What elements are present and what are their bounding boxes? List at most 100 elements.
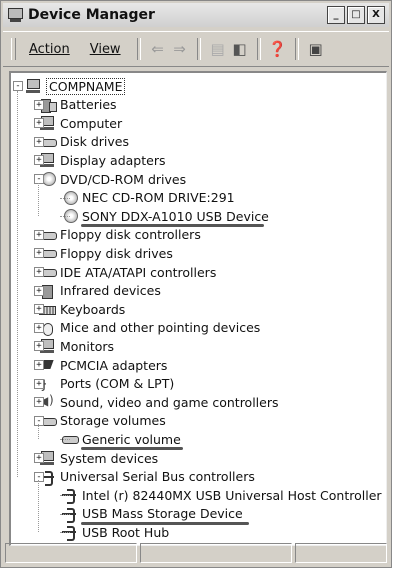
tree-device[interactable]: NEC CD-ROM DRIVE:291: [61, 189, 235, 207]
expand-toggle[interactable]: +: [34, 229, 44, 240]
tree-category[interactable]: Infrared devices: [39, 282, 161, 300]
tree-category[interactable]: IDE ATA/ATAPI controllers: [39, 263, 216, 281]
expand-toggle[interactable]: +: [34, 155, 44, 166]
tree-item-label: IDE ATA/ATAPI controllers: [60, 264, 217, 280]
tree-item-label: Storage volumes: [60, 413, 166, 429]
tree-item-label: Disk drives: [60, 134, 129, 150]
properties-icon[interactable]: ▤: [207, 38, 229, 60]
tree-item-label: System devices: [60, 450, 159, 466]
tree-item-label: Ports (COM & LPT): [60, 376, 175, 392]
tree-item-label: Intel (r) 82440MX USB Universal Host Con…: [82, 487, 382, 503]
expand-toggle[interactable]: +: [34, 118, 44, 129]
tree-item-label: Generic volume: [82, 431, 181, 447]
tree-item-label: Keyboards: [60, 301, 126, 317]
tree-category[interactable]: Keyboards: [39, 300, 125, 318]
expand-toggle[interactable]: +: [34, 136, 44, 147]
tree-category[interactable]: DVD/CD-ROM drives: [39, 170, 186, 188]
status-pane: [5, 543, 137, 563]
tree-item-label: Display adapters: [60, 152, 166, 168]
tree-item-label: Batteries: [60, 97, 117, 113]
expand-toggle[interactable]: +: [34, 267, 44, 277]
collapse-toggle[interactable]: -: [13, 81, 23, 91]
tree-item-label: Infrared devices: [60, 283, 161, 299]
expand-toggle[interactable]: +: [34, 360, 44, 370]
device-tree[interactable]: COMPNAME - Batteries + Computer + Disk drives +…: [9, 71, 387, 546]
tree-connector: [60, 439, 70, 441]
tree-category[interactable]: System devices: [39, 449, 158, 467]
tree-item-label: Floppy disk drives: [60, 245, 173, 261]
tree-category[interactable]: Display adapters: [39, 151, 165, 169]
menu-action[interactable]: Action: [19, 42, 80, 57]
toolbar-separator: [136, 38, 141, 60]
window-title: Device Manager: [28, 7, 155, 23]
toolbar-grip[interactable]: [11, 38, 16, 60]
toolbar-separator: [196, 38, 201, 60]
expand-toggle[interactable]: +: [34, 285, 44, 296]
tree-item-label: USB Root Hub: [82, 524, 170, 540]
status-bar: [5, 543, 387, 563]
forward-arrow-icon[interactable]: ⇒: [169, 38, 191, 60]
tree-category[interactable]: Monitors: [39, 337, 114, 355]
tree-connector: [38, 480, 39, 533]
expand-toggle[interactable]: +: [34, 378, 44, 389]
menu-view[interactable]: View: [80, 42, 131, 57]
collapse-toggle[interactable]: -: [34, 174, 44, 184]
tree-connector: [17, 91, 18, 477]
tree-category[interactable]: Batteries: [39, 96, 117, 114]
tree-category[interactable]: Computer: [39, 114, 122, 132]
tree-device[interactable]: USB Mass Storage Device: [61, 505, 243, 523]
tree-category[interactable]: Mice and other pointing devices: [39, 319, 260, 337]
expand-toggle[interactable]: +: [34, 99, 44, 110]
title-bar[interactable]: Device Manager _ □ X: [3, 3, 389, 27]
tree-connector: [38, 182, 39, 217]
tree-device[interactable]: Generic volume: [61, 430, 181, 448]
collapse-toggle[interactable]: -: [34, 415, 44, 426]
tree-item-label: Sound, video and game controllers: [60, 394, 279, 410]
tree-connector: [60, 532, 70, 534]
expand-toggle[interactable]: +: [34, 304, 44, 315]
tree-category[interactable]: Disk drives: [39, 133, 129, 151]
tree-connector: [60, 197, 70, 199]
tree-device[interactable]: Intel (r) 82440MX USB Universal Host Con…: [61, 486, 382, 505]
tree-connector: [60, 495, 70, 497]
tree-item-label: PCMCIA adapters: [60, 357, 168, 373]
status-pane: [295, 543, 387, 563]
device-manager-icon: [7, 8, 23, 22]
tree-device[interactable]: SONY DDX-A1010 USB Device: [61, 207, 269, 225]
tree-category[interactable]: PCMCIA adapters: [39, 356, 167, 374]
menu-toolbar: Action View ⇐ ⇒ ▤ ◧ ❓ ▣: [3, 31, 389, 67]
tree-item-label: Computer: [60, 115, 123, 131]
show-hide-icon[interactable]: ◧: [229, 38, 251, 60]
tree-category[interactable]: Universal Serial Bus controllers: [39, 468, 255, 486]
tree-category[interactable]: Floppy disk drives: [39, 244, 173, 262]
expand-toggle[interactable]: +: [34, 322, 44, 333]
expand-toggle[interactable]: +: [34, 341, 44, 352]
expand-toggle[interactable]: +: [34, 248, 44, 259]
status-pane: [140, 543, 292, 563]
expand-toggle[interactable]: +: [34, 453, 44, 463]
tree-item-label: COMPNAME: [46, 77, 126, 95]
tree-category[interactable]: Floppy disk controllers: [39, 226, 201, 244]
close-button[interactable]: X: [367, 6, 385, 24]
toolbar-separator: [256, 38, 261, 60]
tree-device[interactable]: USB Root Hub: [61, 523, 170, 542]
back-arrow-icon[interactable]: ⇐: [147, 38, 169, 60]
minimize-button[interactable]: _: [327, 6, 345, 24]
tree-item-label: Floppy disk controllers: [60, 227, 201, 243]
tree-category[interactable]: Sound, video and game controllers: [39, 393, 279, 411]
tree-category[interactable]: Ports (COM & LPT): [39, 374, 175, 393]
tree-item-label: Monitors: [60, 338, 115, 354]
tree-connector: [38, 424, 39, 440]
tree-item-label: NEC CD-ROM DRIVE:291: [82, 190, 235, 206]
collapse-toggle[interactable]: -: [34, 471, 44, 482]
tree-category[interactable]: Storage volumes: [39, 412, 166, 430]
device-manager-window: Device Manager _ □ X Action View ⇐ ⇒ ▤ ◧…: [0, 0, 392, 568]
tree-root[interactable]: COMPNAME: [25, 77, 126, 95]
tree-item-label: DVD/CD-ROM drives: [60, 171, 187, 187]
scan-hardware-icon[interactable]: ▣: [305, 38, 327, 60]
maximize-button[interactable]: □: [347, 6, 365, 24]
tree-item-label: USB Mass Storage Device: [82, 506, 243, 522]
expand-toggle[interactable]: +: [34, 397, 44, 408]
help-icon[interactable]: ❓: [267, 38, 289, 60]
computer-icon: [25, 79, 42, 93]
